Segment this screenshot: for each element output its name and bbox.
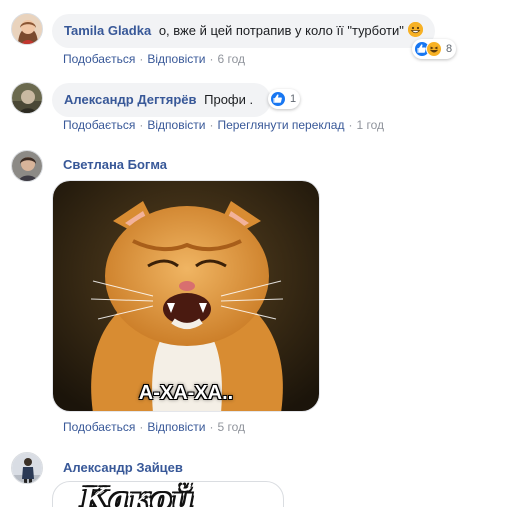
comment-bubble: Tamila Gladka о, вже й цей потрапив у ко… xyxy=(52,14,435,48)
reply-link[interactable]: Відповісти xyxy=(147,118,205,132)
image-caption: А-ХА-ХА.. xyxy=(138,382,234,404)
timestamp[interactable]: 1 год xyxy=(356,118,384,132)
comment-actions: Подобається · Відповісти · 5 год xyxy=(63,420,245,434)
comment-author[interactable]: Александр Дегтярёв xyxy=(64,92,197,107)
avatar[interactable] xyxy=(11,13,43,45)
grinning-emoji-icon xyxy=(407,22,423,37)
reply-link[interactable]: Відповісти xyxy=(147,52,205,66)
reaction-summary[interactable]: 8 xyxy=(412,39,457,59)
comment-actions: Подобається · Відповісти · 6 год xyxy=(63,52,245,66)
comment-author[interactable]: Светлана Богма xyxy=(63,157,167,172)
reply-link[interactable]: Відповісти xyxy=(147,420,205,434)
reaction-count: 1 xyxy=(290,93,297,105)
sticker-text: Какой xyxy=(81,482,195,507)
comment-author[interactable]: Александр Зайцев xyxy=(63,460,183,475)
reaction-summary[interactable]: 1 xyxy=(268,89,301,109)
comment-bubble: Александр Дегтярёв Профи . xyxy=(52,83,272,117)
like-reaction-icon xyxy=(270,91,286,107)
avatar[interactable] xyxy=(11,82,43,114)
reaction-count: 8 xyxy=(446,43,453,55)
timestamp[interactable]: 5 год xyxy=(217,420,245,434)
comment-text: Профи . xyxy=(204,92,254,107)
like-link[interactable]: Подобається xyxy=(63,52,135,66)
like-link[interactable]: Подобається xyxy=(63,118,135,132)
like-link[interactable]: Подобається xyxy=(63,420,135,434)
comment-image[interactable]: А-ХА-ХА.. xyxy=(52,180,320,412)
comment-sticker[interactable]: Какой xyxy=(52,481,284,507)
comment-text: о, вже й цей потрапив у коло її "турботи… xyxy=(158,23,404,38)
comment-author[interactable]: Tamila Gladka xyxy=(64,23,151,38)
avatar[interactable] xyxy=(11,150,43,182)
comment-actions: Подобається · Відповісти · Переглянути перек… xyxy=(63,118,385,132)
haha-reaction-icon xyxy=(426,41,442,57)
avatar[interactable] xyxy=(11,452,43,484)
see-translation-link[interactable]: Переглянути переклад xyxy=(217,118,344,132)
timestamp[interactable]: 6 год xyxy=(217,52,245,66)
